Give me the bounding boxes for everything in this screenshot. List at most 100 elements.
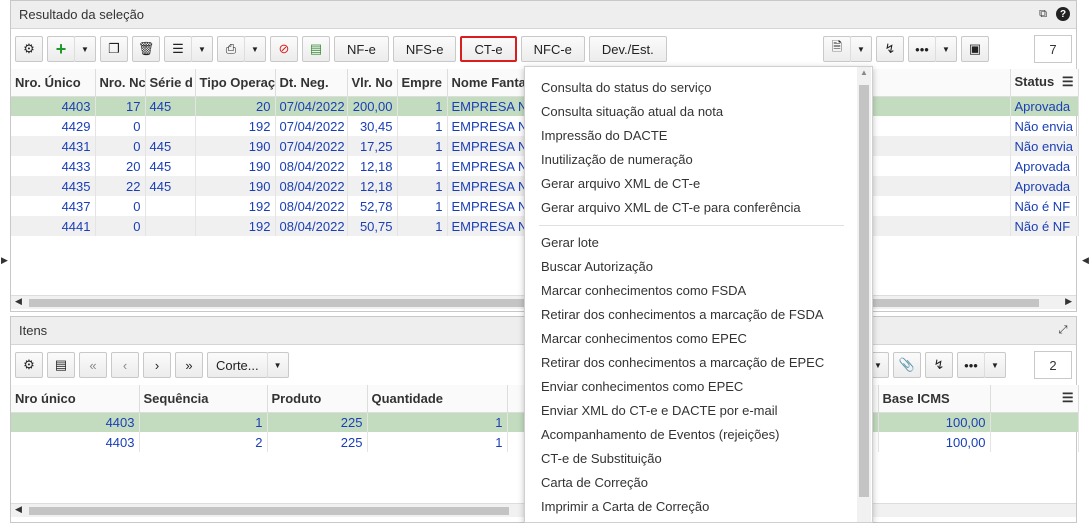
cte-menu-item[interactable]: Impressão do DACTE — [525, 124, 872, 148]
bag-button[interactable]: ▣ — [961, 36, 989, 62]
col-produto[interactable]: Produto — [267, 385, 368, 413]
dev-est-button[interactable]: Dev./Est. — [588, 36, 667, 62]
column-menu-icon[interactable]: ☰ — [1062, 74, 1074, 90]
form-icon: ▤ — [54, 357, 68, 372]
print-button[interactable]: ⎙ — [217, 36, 245, 62]
scroll-left-icon[interactable]: ◀ — [15, 504, 22, 515]
cte-menu-item[interactable]: Imprimir a Carta de Correção — [525, 495, 872, 519]
add-dropdown-button[interactable]: ▼ — [74, 36, 96, 62]
actions-button[interactable]: ↯ — [876, 36, 904, 62]
next-record-button[interactable]: › — [143, 352, 171, 378]
restore-window-icon[interactable]: ⧉ — [1036, 7, 1050, 21]
cte-menu-item[interactable]: Marcar conhecimentos como FSDA — [525, 279, 872, 303]
list-button[interactable]: ☰ — [164, 36, 192, 62]
cte-menu-item[interactable]: Consulta situação atual da nota — [525, 100, 872, 124]
cte-menu-item[interactable]: Gerar arquivo XML de CT-e — [525, 172, 872, 196]
cell-nro-nota: 22 — [95, 176, 146, 196]
scroll-right-icon[interactable]: ▶ — [1065, 296, 1072, 307]
plus-icon: + — [55, 38, 67, 59]
cte-menu-item[interactable]: Gerar lote — [525, 231, 872, 255]
list-dropdown-button[interactable]: ▼ — [191, 36, 213, 62]
items-actions-button[interactable]: ↯ — [925, 352, 953, 378]
items-settings-button[interactable]: ⚙ — [15, 352, 43, 378]
items-more-dropdown-button[interactable]: ▼ — [984, 352, 1006, 378]
cte-menu-item[interactable]: Enviar XML do CT-e e DACTE por e-mail — [525, 399, 872, 423]
main-toolbar: ⚙ + ▼ ❐ 🗑 ☰ ▼ ⎙ ▼ ⊘ ▤ NF-e NFS-e CT-e NF… — [11, 29, 1076, 69]
cte-menu-item[interactable]: Buscar Autorização — [525, 255, 872, 279]
cell-seq: 2 — [139, 432, 268, 452]
settings-gear-button[interactable]: ⚙ — [15, 36, 43, 62]
cell-status: Não é NF — [1010, 216, 1079, 236]
caret-down-icon: ▼ — [857, 44, 865, 54]
col-dt-neg[interactable]: Dt. Neg. — [275, 69, 348, 97]
help-icon[interactable]: ? — [1056, 7, 1070, 21]
col-empresa[interactable]: Empre — [397, 69, 448, 97]
col-base-icms[interactable]: Base ICMS — [878, 385, 991, 413]
last-record-button[interactable]: » — [175, 352, 203, 378]
cell-tipo-oper: 20 — [195, 96, 276, 116]
cte-menu-item[interactable]: Acompanhamento de Eventos (rejeições) — [525, 423, 872, 447]
cte-menu-item[interactable]: Marcar conhecimentos como EPEC — [525, 327, 872, 351]
cte-menu-item[interactable]: Consulta do status do serviço — [525, 76, 872, 100]
right-expand-arrow-icon[interactable]: ◀ — [1082, 255, 1089, 266]
cell-base-icms: 100,00 — [878, 432, 991, 452]
cte-menu-item[interactable]: Retirar dos conhecimentos a marcação de … — [525, 351, 872, 375]
scroll-up-icon[interactable]: ▲ — [860, 68, 868, 77]
nfse-button[interactable]: NFS-e — [392, 36, 457, 62]
scroll-left-icon[interactable]: ◀ — [15, 296, 22, 307]
col-nro-unico[interactable]: Nro. Único — [11, 69, 96, 97]
col-vlr-nota[interactable]: Vlr. No — [347, 69, 398, 97]
cancel-document-button[interactable]: ⊘ — [270, 36, 298, 62]
cell-emp: 1 — [397, 116, 448, 136]
panel-header: Resultado da seleção ⧉ ? — [11, 1, 1076, 29]
expand-icon[interactable]: ⤢ — [1056, 323, 1070, 337]
add-button[interactable]: + — [47, 36, 75, 62]
cte-menu-item[interactable]: CT-e de Substituição — [525, 447, 872, 471]
previous-record-button[interactable]: ‹ — [111, 352, 139, 378]
col-status[interactable]: Status ☰ — [1010, 69, 1079, 97]
column-menu-icon[interactable]: ☰ — [1062, 390, 1074, 406]
export-dropdown-button[interactable]: ▼ — [850, 36, 872, 62]
col-item-nro-unico[interactable]: Nro único — [11, 385, 140, 413]
col-quantidade[interactable]: Quantidade — [367, 385, 508, 413]
corte-dropdown-button[interactable]: ▼ — [266, 352, 289, 378]
double-chevron-left-icon: « — [89, 357, 97, 373]
left-expand-arrow-icon[interactable]: ▶ — [1, 255, 8, 266]
attach-button[interactable]: 📎 — [893, 352, 921, 378]
cte-menu-item[interactable]: Gerar arquivo XML de CT-e para conferênc… — [525, 196, 872, 220]
col-serie[interactable]: Série d — [145, 69, 196, 97]
color-chart-button[interactable]: ▤ — [302, 36, 330, 62]
more-options-button[interactable]: ••• — [908, 36, 936, 62]
export-button[interactable]: 🗎 — [823, 36, 851, 62]
cte-menu-item[interactable]: Retirar dos conhecimentos a marcação de … — [525, 303, 872, 327]
col-tipo-oper[interactable]: Tipo Operaç — [195, 69, 276, 97]
menu-scrollbar[interactable]: ▲ — [857, 67, 871, 522]
items-scrollbar-thumb[interactable] — [29, 507, 509, 515]
print-dropdown-button[interactable]: ▼ — [244, 36, 266, 62]
nfce-button[interactable]: NFC-e — [520, 36, 585, 62]
cell-emp: 1 — [397, 176, 448, 196]
nfe-button[interactable]: NF-e — [334, 36, 389, 62]
first-record-button[interactable]: « — [79, 352, 107, 378]
cell-empty — [990, 412, 1079, 432]
cte-menu-item[interactable]: Carta de Correção — [525, 471, 872, 495]
col-nro-nota[interactable]: Nro. Nc — [95, 69, 146, 97]
corte-button[interactable]: Corte... — [207, 352, 268, 378]
cte-menu-item[interactable]: Inutilização de numeração — [525, 148, 872, 172]
cell-status: Não é NF — [1010, 196, 1079, 216]
cte-menu-item[interactable]: Enviar conhecimentos como EPEC — [525, 375, 872, 399]
more-dropdown-button[interactable]: ▼ — [935, 36, 957, 62]
col-sequencia[interactable]: Sequência — [139, 385, 268, 413]
cell-vlr: 12,18 — [347, 156, 398, 176]
col-items-menu[interactable]: ☰ — [990, 385, 1079, 413]
menu-scrollbar-thumb[interactable] — [859, 85, 869, 497]
items-more-button[interactable]: ••• — [957, 352, 985, 378]
cte-button[interactable]: CT-e — [460, 36, 517, 62]
cell-vlr: 17,25 — [347, 136, 398, 156]
cell-nro-nota: 20 — [95, 156, 146, 176]
cell-nro-unico: 4437 — [11, 196, 96, 216]
delete-button[interactable]: 🗑 — [132, 36, 160, 62]
caret-down-icon: ▼ — [251, 44, 259, 54]
duplicate-button[interactable]: ❐ — [100, 36, 128, 62]
items-form-button[interactable]: ▤ — [47, 352, 75, 378]
